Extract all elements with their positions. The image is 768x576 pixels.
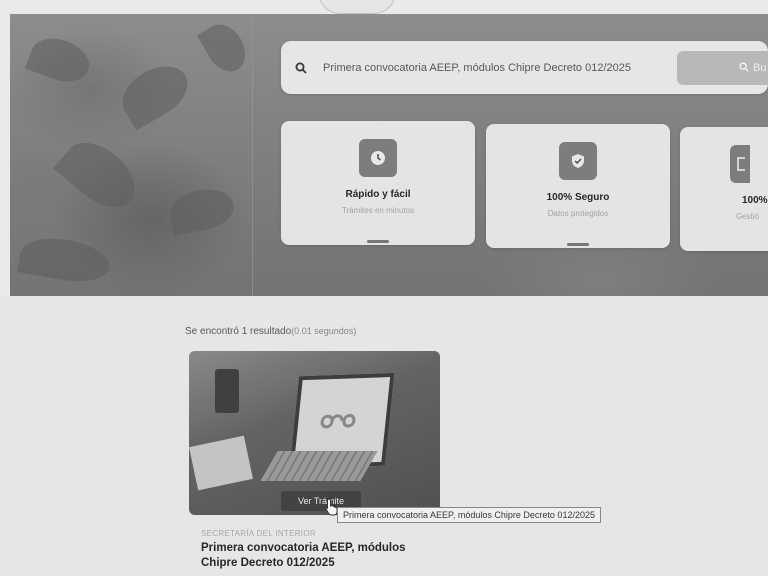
result-category: SECRETARÍA DEL INTERIOR (201, 529, 316, 538)
pencil-cup-icon (215, 369, 239, 413)
feature-title: 100% Seguro (546, 192, 610, 203)
feature-subtitle: Datos protegidos (547, 209, 609, 218)
search-button-icon (739, 62, 749, 75)
results-count-text: Se encontró 1 resultado (185, 326, 292, 337)
feature-card-secure: 100% Seguro Datos protegidos (486, 124, 670, 248)
search-input[interactable]: Primera convocatoria AEEP, módulos Chipr… (323, 62, 631, 74)
search-button-label: Bu (753, 62, 767, 74)
result-card-image[interactable]: Ver Trámite (189, 351, 440, 515)
search-button[interactable]: Bu (677, 51, 768, 85)
clock-icon (359, 139, 397, 177)
search-bar[interactable]: Primera convocatoria AEEP, módulos Chipr… (281, 41, 768, 94)
feature-title: Rápido y fácil (345, 189, 411, 200)
feature-card-third: 100% Gestió (680, 127, 768, 251)
search-icon (295, 62, 317, 74)
document-icon (730, 145, 750, 183)
feature-subtitle: Gestió (736, 212, 760, 221)
feature-subtitle: Trámites en minutos (341, 206, 415, 215)
feature-title: 100% (742, 195, 768, 206)
results-time: (0.01 segundos) (291, 326, 357, 336)
shield-check-icon (559, 142, 597, 180)
tooltip: Primera convocatoria AEEP, módulos Chipr… (337, 507, 601, 523)
results-count: Se encontró 1 resultado(0.01 segundos) (185, 326, 356, 337)
feature-card-fast: Rápido y fácil Trámites en minutos (281, 121, 475, 245)
result-title[interactable]: Primera convocatoria AEEP, módulos Chipr… (201, 541, 441, 571)
